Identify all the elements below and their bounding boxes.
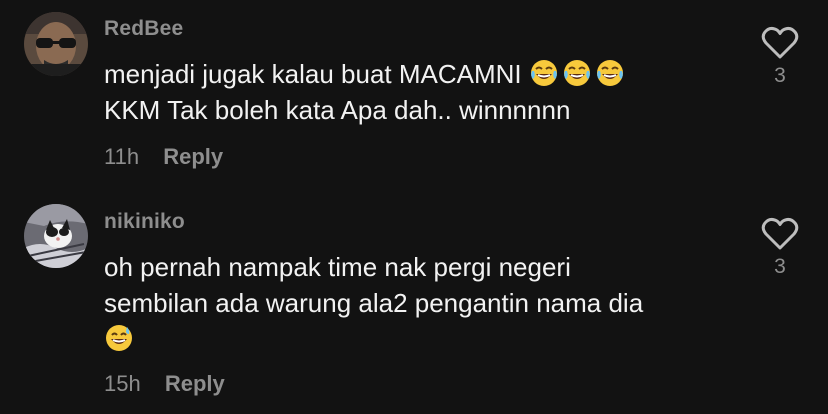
comment-time: 11h (104, 144, 140, 169)
comment-text: menjadi jugak kalau buat MACAMNI KKM Tak… (104, 56, 734, 128)
comment-item: RedBee menjadi jugak kalau buat MACAMNI (0, 0, 828, 190)
heart-icon[interactable] (758, 217, 802, 251)
like-count: 3 (774, 64, 786, 87)
comment-line (104, 321, 734, 357)
comment-line-text: sembilan ada warung ala2 pengantin nama … (104, 288, 644, 318)
grinning-sweat-icon (104, 323, 134, 353)
tears-of-joy-icon (562, 58, 592, 88)
reply-button[interactable]: Reply (163, 144, 223, 169)
comment-item: nikiniko oh pernah nampak time nak pergi… (0, 195, 828, 414)
comment-line-text: menjadi jugak kalau buat MACAMNI (104, 59, 522, 89)
username[interactable]: RedBee (104, 17, 183, 41)
like-button[interactable]: 3 (758, 217, 802, 279)
comment-line-text: KKM Tak boleh kata Apa dah.. winnnnnn (104, 95, 571, 125)
comment-meta: 11h Reply (104, 144, 223, 170)
comments-list: RedBee menjadi jugak kalau buat MACAMNI (0, 0, 828, 414)
comment-time: 15h (104, 371, 141, 396)
avatar[interactable] (24, 12, 88, 76)
comment-line-text: oh pernah nampak time nak pergi negeri (104, 252, 571, 282)
comment-meta: 15h Reply (104, 371, 225, 397)
comment-line: menjadi jugak kalau buat MACAMNI (104, 56, 734, 92)
like-button[interactable]: 3 (758, 26, 802, 88)
heart-icon[interactable] (758, 26, 802, 60)
reply-button[interactable]: Reply (165, 371, 225, 396)
tears-of-joy-icon (595, 58, 625, 88)
comment-text: oh pernah nampak time nak pergi negeri s… (104, 249, 734, 357)
like-count: 3 (774, 255, 786, 278)
username[interactable]: nikiniko (104, 210, 185, 234)
tears-of-joy-icon (529, 58, 559, 88)
avatar[interactable] (24, 204, 88, 268)
